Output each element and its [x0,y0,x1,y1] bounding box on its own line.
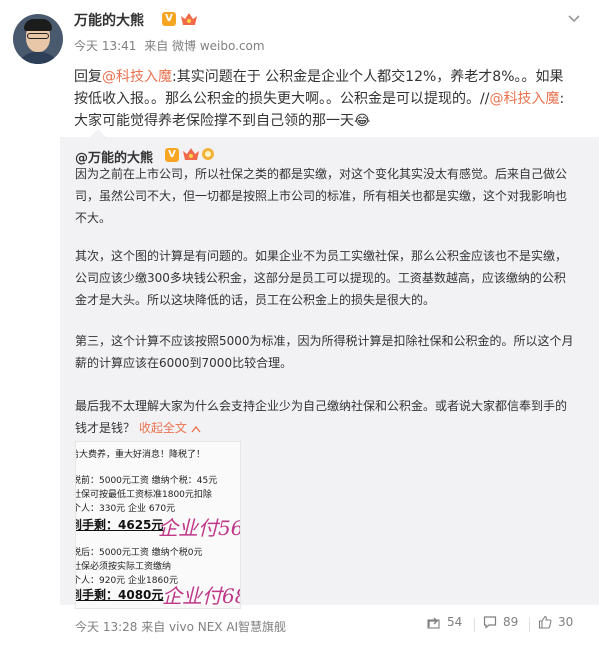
image-text: 社保可按最低工资标准1800元扣除 [75,490,212,500]
laugh-emoji-icon: 😂 [354,113,371,129]
comment-count: 89 [503,615,519,629]
avatar[interactable] [13,14,63,64]
reposted-paragraph: 因为之前在上市公司，所以社保之类的都是实缴，对这个变化其实没太有感觉。后来自己做… [75,167,568,225]
image-text: 社保必须按实际工资缴纳 [75,562,172,572]
member-crown-icon [183,148,199,160]
verified-badge-icon: V [165,148,179,162]
like-count: 30 [558,615,574,629]
reply-prefix: 回复 [74,69,102,85]
chevron-up-icon[interactable] [191,425,201,433]
repost-time-source[interactable]: 今天 13:28 来自 vivo NEX AI智慧旗舰 [75,618,286,635]
handwriting-text: 企业付567 [158,516,240,540]
image-text: 税前：5000元工资 缴纳个税：45元 [75,476,218,486]
reposted-paragraph: 其次，这个图的计算是有问题的。如果企业不为员工实缴社保，那么公积金应该也不是实缴… [75,249,568,307]
reposted-paragraph: 最后我不太理解大家为什么会支持企业少为自己缴纳社保和公积金。或者说大家都信奉到手… [75,395,575,439]
mention-link[interactable]: @科技入魔 [489,91,559,107]
image-text: 到手剩：4625元 [75,518,164,532]
post-image[interactable]: 给大费养，重大好消息！降税了！ 税前：5000元工资 缴纳个税：45元 社保可按… [75,441,241,609]
divider [529,618,530,632]
divider [474,618,475,632]
share-icon [427,617,440,629]
thumbs-up-icon [538,615,552,629]
medal-icon [202,148,214,160]
post-source: 来自 微博 weibo.com [144,39,265,53]
reposted-paragraph: 第三，这个计算不应该按照5000为标准，因为所得税计算是扣除社保和公积金的。所以… [75,334,574,370]
post-meta: 今天 13:41 来自 微博 weibo.com [74,37,265,54]
verified-badge-icon: V [162,12,176,26]
share-button[interactable]: 54 [427,615,462,629]
post-text: 回复@科技入魔:其实问题在于 公积金是企业个人都交12%，养老才8%。。如果按低… [74,66,574,132]
image-text: 到手剩：4080元 [75,588,164,602]
image-text: 税后：5000元工资 缴纳个税0元 [75,548,203,558]
member-crown-icon [181,13,197,25]
like-button[interactable]: 30 [538,615,573,629]
collapse-link[interactable]: 收起全文 [139,421,187,435]
image-text: 给大费养，重大好消息！降税了！ [75,450,206,460]
author-name[interactable]: 万能的大熊 [74,10,144,30]
chevron-down-icon[interactable] [567,12,581,26]
mention-link[interactable]: @科技入魔 [102,69,172,85]
handwriting-text: 企业付68 [162,584,241,608]
comment-button[interactable]: 89 [483,615,518,629]
comment-icon [483,616,497,629]
share-count: 54 [447,615,463,629]
post-time[interactable]: 今天 13:41 [74,39,136,53]
